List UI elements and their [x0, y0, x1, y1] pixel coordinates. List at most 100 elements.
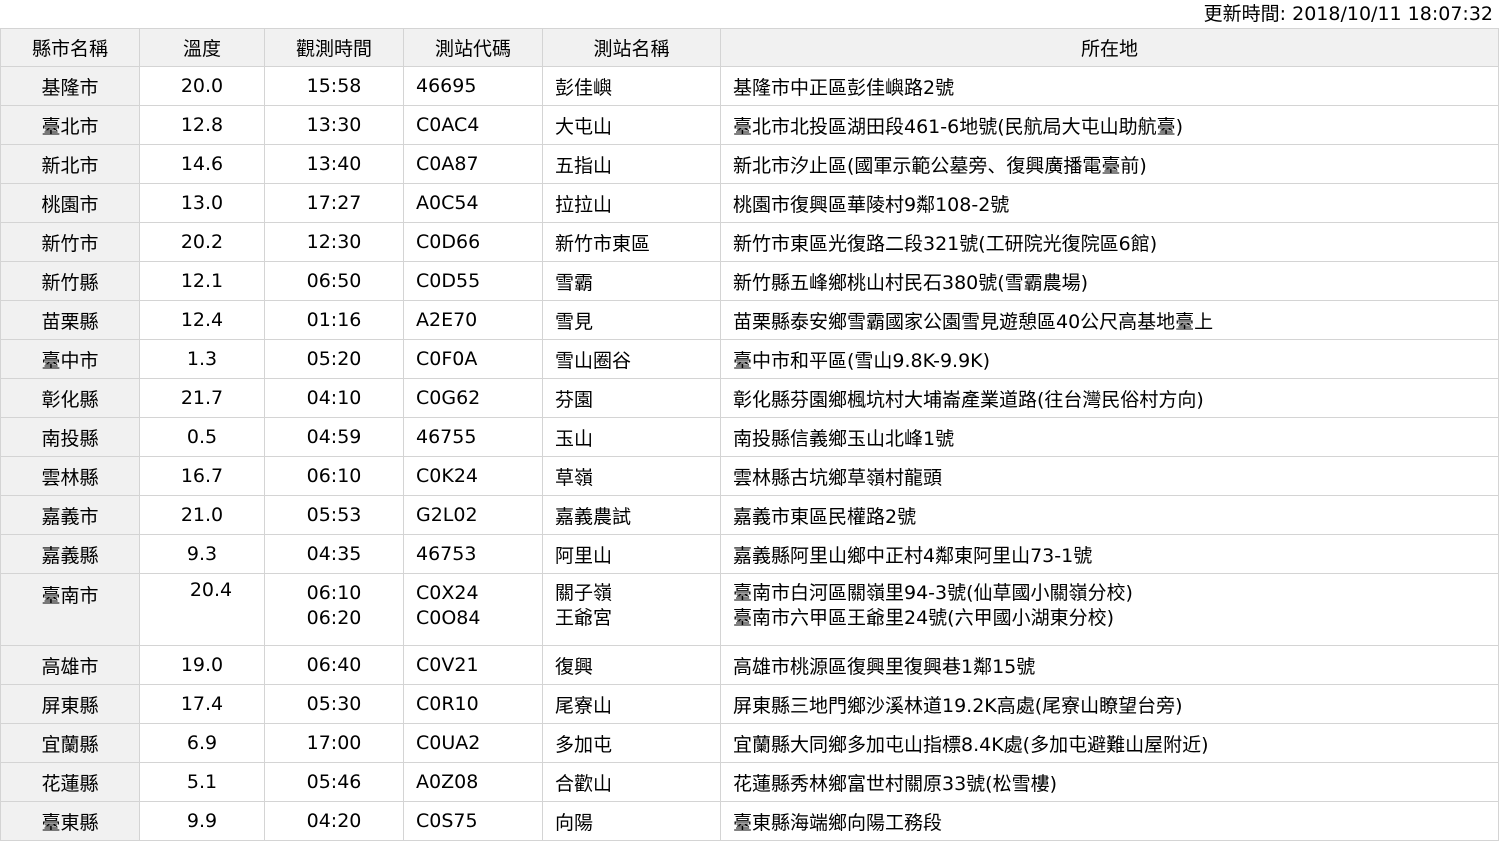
station-code-cell: C0F0A: [403, 339, 543, 379]
location-cell: 雲林縣古坑鄉草嶺村龍頭: [720, 456, 1499, 496]
county-cell: 雲林縣: [0, 456, 140, 496]
table-row: 嘉義縣 9.3 04:35 46753 阿里山 嘉義縣阿里山鄉中正村4鄰東阿里山73-1號: [0, 534, 1499, 574]
station-name-cell: 芬園: [542, 378, 721, 418]
observation-time-cell: 05:20: [264, 339, 404, 379]
observation-time-cell: 06:10: [264, 456, 404, 496]
county-cell: 南投縣: [0, 417, 140, 457]
temperature-table: 縣市名稱 溫度 觀測時間 測站代碼 測站名稱 所在地 基隆市 20.0 15:58 4…: [0, 28, 1499, 841]
county-cell: 新竹縣: [0, 261, 140, 301]
observation-time-cell-line-2: 06:20: [306, 607, 362, 629]
temperature-cell: 20.2: [139, 222, 265, 262]
location-cell: 高雄市桃源區復興里復興巷1鄰15號: [720, 645, 1499, 685]
station-name-cell: 關子嶺 王爺宮: [542, 573, 721, 646]
location-cell: 臺東縣海端鄉向陽工務段: [720, 801, 1499, 841]
observation-time-cell: 04:10: [264, 378, 404, 418]
header-station-code: 測站代碼: [403, 28, 543, 67]
station-code-cell: C0G62: [403, 378, 543, 418]
station-name-cell: 合歡山: [542, 762, 721, 802]
location-cell: 苗栗縣泰安鄉雪霸國家公園雪見遊憩區40公尺高基地臺上: [720, 300, 1499, 340]
table-row: 臺北市 12.8 13:30 C0AC4 大屯山 臺北市北投區湖田段461-6地號(民航局…: [0, 105, 1499, 145]
station-code-cell: C0D55: [403, 261, 543, 301]
temperature-cell: 20.4: [139, 573, 265, 646]
station-code-cell: C0R10: [403, 684, 543, 724]
county-cell: 彰化縣: [0, 378, 140, 418]
observation-time-cell: 01:16: [264, 300, 404, 340]
location-cell: 彰化縣芬園鄉楓坑村大埔崙產業道路(往台灣民俗村方向): [720, 378, 1499, 418]
observation-time-cell: 17:00: [264, 723, 404, 763]
station-name-cell: 拉拉山: [542, 183, 721, 223]
table-row: 彰化縣 21.7 04:10 C0G62 芬園 彰化縣芬園鄉楓坑村大埔崙產業道路(往台灣民…: [0, 378, 1499, 418]
county-cell: 新北市: [0, 144, 140, 184]
location-cell: 新竹縣五峰鄉桃山村民石380號(雪霸農場): [720, 261, 1499, 301]
location-cell: 嘉義市東區民權路2號: [720, 495, 1499, 535]
station-code-cell: 46755: [403, 417, 543, 457]
station-name-cell: 多加屯: [542, 723, 721, 763]
station-code-cell: 46753: [403, 534, 543, 574]
county-cell: 基隆市: [0, 66, 140, 106]
station-name-cell: 嘉義農試: [542, 495, 721, 535]
header-temperature: 溫度: [139, 28, 265, 67]
county-cell: 屏東縣: [0, 684, 140, 724]
temperature-cell: 12.4: [139, 300, 265, 340]
station-code-cell: C0D66: [403, 222, 543, 262]
table-row: 新竹市 20.2 12:30 C0D66 新竹市東區 新竹市東區光復路二段321號(工研院…: [0, 222, 1499, 262]
station-name-cell: 新竹市東區: [542, 222, 721, 262]
temperature-cell: 19.0: [139, 645, 265, 685]
station-name-cell: 尾寮山: [542, 684, 721, 724]
location-cell: 臺中市和平區(雪山9.8K-9.9K): [720, 339, 1499, 379]
temperature-cell: 20.0: [139, 66, 265, 106]
observation-time-cell-line-1: 06:10: [306, 582, 362, 604]
table-row: 花蓮縣 5.1 05:46 A0Z08 合歡山 花蓮縣秀林鄉富世村關原33號(松雪樓): [0, 762, 1499, 802]
station-code-cell: C0AC4: [403, 105, 543, 145]
table-row: 臺中市 1.3 05:20 C0F0A 雪山圈谷 臺中市和平區(雪山9.8K-9.9K): [0, 339, 1499, 379]
station-name-cell: 復興: [542, 645, 721, 685]
station-name-cell: 雪見: [542, 300, 721, 340]
location-cell: 臺南市白河區關嶺里94-3號(仙草國小關嶺分校) 臺南市六甲區王爺里24號(六甲國…: [720, 573, 1499, 646]
station-code-cell-line-1: C0X24: [416, 582, 479, 604]
observation-time-cell: 04:20: [264, 801, 404, 841]
temperature-cell: 12.8: [139, 105, 265, 145]
table-row: 臺東縣 9.9 04:20 C0S75 向陽 臺東縣海端鄉向陽工務段: [0, 801, 1499, 841]
county-cell: 花蓮縣: [0, 762, 140, 802]
temperature-cell: 0.5: [139, 417, 265, 457]
observation-time-cell: 04:59: [264, 417, 404, 457]
table-row: 桃園市 13.0 17:27 A0C54 拉拉山 桃園市復興區華陵村9鄰108-2號: [0, 183, 1499, 223]
temperature-cell: 13.0: [139, 183, 265, 223]
table-row: 屏東縣 17.4 05:30 C0R10 尾寮山 屏東縣三地門鄉沙溪林道19.2K高處(尾…: [0, 684, 1499, 724]
location-cell: 花蓮縣秀林鄉富世村關原33號(松雪樓): [720, 762, 1499, 802]
station-name-cell: 五指山: [542, 144, 721, 184]
temperature-cell: 9.9: [139, 801, 265, 841]
observation-time-cell: 13:40: [264, 144, 404, 184]
location-cell-line-1: 臺南市白河區關嶺里94-3號(仙草國小關嶺分校): [733, 582, 1133, 604]
table-row: 雲林縣 16.7 06:10 C0K24 草嶺 雲林縣古坑鄉草嶺村龍頭: [0, 456, 1499, 496]
location-cell-line-2: 臺南市六甲區王爺里24號(六甲國小湖東分校): [733, 607, 1115, 629]
station-name-cell-line-1: 關子嶺: [555, 582, 613, 604]
station-code-cell: C0A87: [403, 144, 543, 184]
temperature-cell: 21.7: [139, 378, 265, 418]
temperature-cell: 21.0: [139, 495, 265, 535]
temperature-cell: 12.1: [139, 261, 265, 301]
table-row: 新竹縣 12.1 06:50 C0D55 雪霸 新竹縣五峰鄉桃山村民石380號(雪霸農場): [0, 261, 1499, 301]
observation-time-cell: 06:50: [264, 261, 404, 301]
station-name-cell: 雪山圈谷: [542, 339, 721, 379]
station-code-cell: G2L02: [403, 495, 543, 535]
observation-time-cell: 13:30: [264, 105, 404, 145]
header-location: 所在地: [720, 28, 1499, 67]
county-cell: 嘉義市: [0, 495, 140, 535]
table-row: 南投縣 0.5 04:59 46755 玉山 南投縣信義鄉玉山北峰1號: [0, 417, 1499, 457]
station-name-cell-line-2: 王爺宮: [555, 607, 613, 629]
temperature-cell: 16.7: [139, 456, 265, 496]
location-cell: 宜蘭縣大同鄉多加屯山指標8.4K處(多加屯避難山屋附近): [720, 723, 1499, 763]
station-code-cell: C0UA2: [403, 723, 543, 763]
location-cell: 基隆市中正區彭佳嶼路2號: [720, 66, 1499, 106]
observation-time-cell: 06:40: [264, 645, 404, 685]
station-code-cell: C0S75: [403, 801, 543, 841]
location-cell: 新竹市東區光復路二段321號(工研院光復院區6館): [720, 222, 1499, 262]
county-cell: 臺中市: [0, 339, 140, 379]
table-row: 宜蘭縣 6.9 17:00 C0UA2 多加屯 宜蘭縣大同鄉多加屯山指標8.4K處(多加屯…: [0, 723, 1499, 763]
station-name-cell: 草嶺: [542, 456, 721, 496]
table-row: 臺南市 20.4 06:10 06:20 C0X24 C0O84 關子嶺 王爺宮 臺南市白河區關…: [0, 573, 1499, 646]
temperature-cell: 14.6: [139, 144, 265, 184]
header-station-name: 測站名稱: [542, 28, 721, 67]
station-name-cell: 大屯山: [542, 105, 721, 145]
